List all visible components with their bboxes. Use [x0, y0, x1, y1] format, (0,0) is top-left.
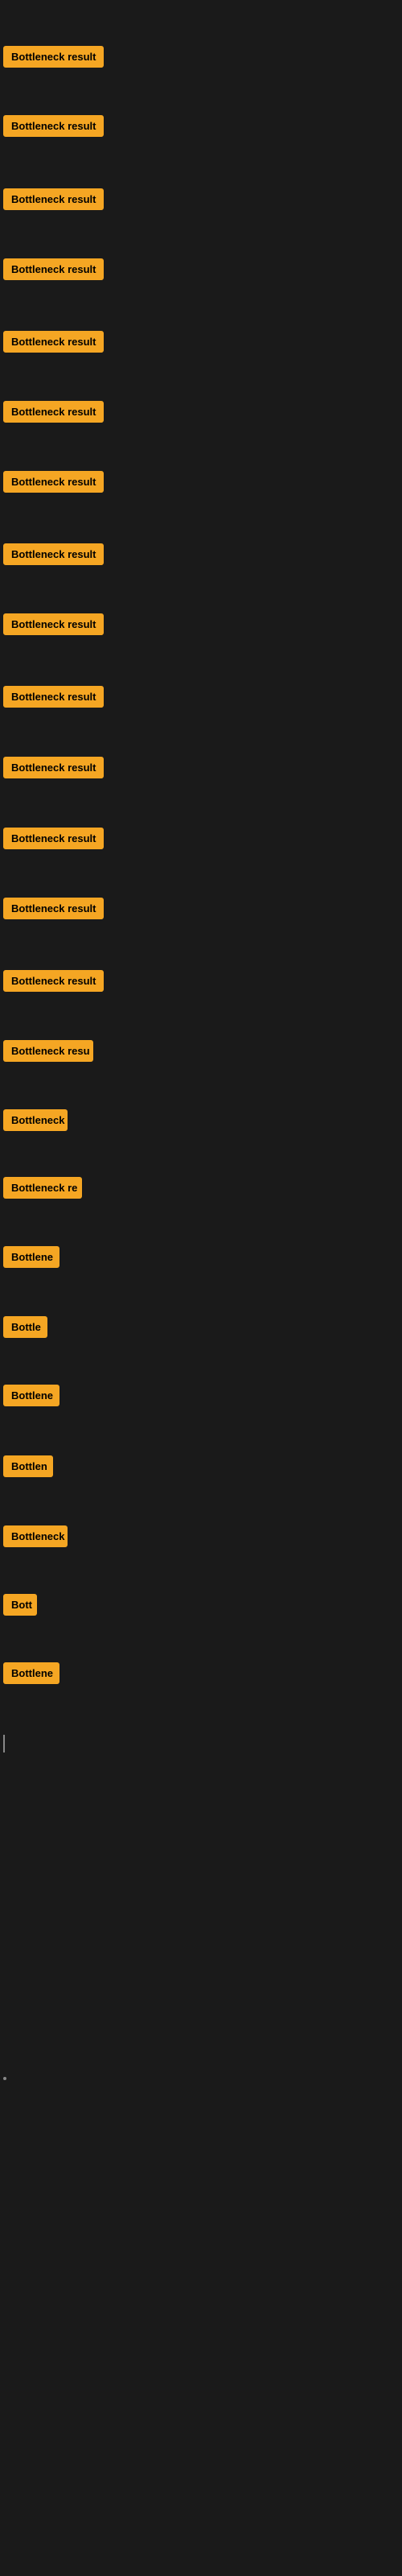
- bottleneck-item-0: Bottleneck result: [3, 46, 104, 72]
- bottleneck-item-6: Bottleneck result: [3, 471, 104, 497]
- bottleneck-item-19: Bottlene: [3, 1385, 59, 1410]
- bottleneck-badge-7[interactable]: Bottleneck result: [3, 543, 104, 565]
- bottleneck-badge-4[interactable]: Bottleneck result: [3, 331, 104, 353]
- bottleneck-badge-22[interactable]: Bott: [3, 1594, 37, 1616]
- bottleneck-item-7: Bottleneck result: [3, 543, 104, 569]
- bottleneck-item-14: Bottleneck resu: [3, 1040, 93, 1066]
- bottleneck-item-13: Bottleneck result: [3, 970, 104, 996]
- bottleneck-item-10: Bottleneck result: [3, 757, 104, 782]
- bottleneck-badge-13[interactable]: Bottleneck result: [3, 970, 104, 992]
- bottleneck-item-17: Bottlene: [3, 1246, 59, 1272]
- bottleneck-badge-18[interactable]: Bottle: [3, 1316, 47, 1338]
- bottleneck-badge-12[interactable]: Bottleneck result: [3, 898, 104, 919]
- bottleneck-badge-0[interactable]: Bottleneck result: [3, 46, 104, 68]
- bottleneck-badge-11[interactable]: Bottleneck result: [3, 828, 104, 849]
- bottleneck-item-2: Bottleneck result: [3, 188, 104, 214]
- bottleneck-item-21: Bottleneck: [3, 1525, 68, 1551]
- bottleneck-badge-20[interactable]: Bottlen: [3, 1455, 53, 1477]
- bottleneck-badge-19[interactable]: Bottlene: [3, 1385, 59, 1406]
- bottleneck-item-5: Bottleneck result: [3, 401, 104, 427]
- bottleneck-badge-17[interactable]: Bottlene: [3, 1246, 59, 1268]
- bottleneck-badge-6[interactable]: Bottleneck result: [3, 471, 104, 493]
- bottleneck-item-20: Bottlen: [3, 1455, 53, 1481]
- bottleneck-badge-16[interactable]: Bottleneck re: [3, 1177, 82, 1199]
- bottleneck-badge-9[interactable]: Bottleneck result: [3, 686, 104, 708]
- small-indicator-2: [3, 2077, 6, 2080]
- bottleneck-item-12: Bottleneck result: [3, 898, 104, 923]
- bottleneck-badge-5[interactable]: Bottleneck result: [3, 401, 104, 423]
- bottleneck-badge-14[interactable]: Bottleneck resu: [3, 1040, 93, 1062]
- bottleneck-item-1: Bottleneck result: [3, 115, 104, 141]
- bottleneck-badge-2[interactable]: Bottleneck result: [3, 188, 104, 210]
- bottleneck-item-8: Bottleneck result: [3, 613, 104, 639]
- bottleneck-badge-8[interactable]: Bottleneck result: [3, 613, 104, 635]
- bottleneck-badge-15[interactable]: Bottleneck: [3, 1109, 68, 1131]
- bottleneck-badge-1[interactable]: Bottleneck result: [3, 115, 104, 137]
- page-wrapper: Bottleneck result Bottleneck result Bottle…: [0, 0, 402, 2576]
- bottleneck-item-23: Bottlene: [3, 1662, 59, 1688]
- bottleneck-item-11: Bottleneck result: [3, 828, 104, 853]
- bottleneck-badge-3[interactable]: Bottleneck result: [3, 258, 104, 280]
- site-title: [0, 0, 402, 16]
- bottleneck-item-3: Bottleneck result: [3, 258, 104, 284]
- bottleneck-badge-10[interactable]: Bottleneck result: [3, 757, 104, 778]
- bottleneck-item-18: Bottle: [3, 1316, 47, 1342]
- bottleneck-badge-23[interactable]: Bottlene: [3, 1662, 59, 1684]
- bottleneck-badge-21[interactable]: Bottleneck: [3, 1525, 68, 1547]
- small-indicator-1: [3, 1735, 5, 1752]
- bottleneck-item-9: Bottleneck result: [3, 686, 104, 712]
- bottleneck-item-4: Bottleneck result: [3, 331, 104, 357]
- bottleneck-item-15: Bottleneck: [3, 1109, 68, 1135]
- bottleneck-item-16: Bottleneck re: [3, 1177, 82, 1203]
- bottleneck-item-22: Bott: [3, 1594, 37, 1620]
